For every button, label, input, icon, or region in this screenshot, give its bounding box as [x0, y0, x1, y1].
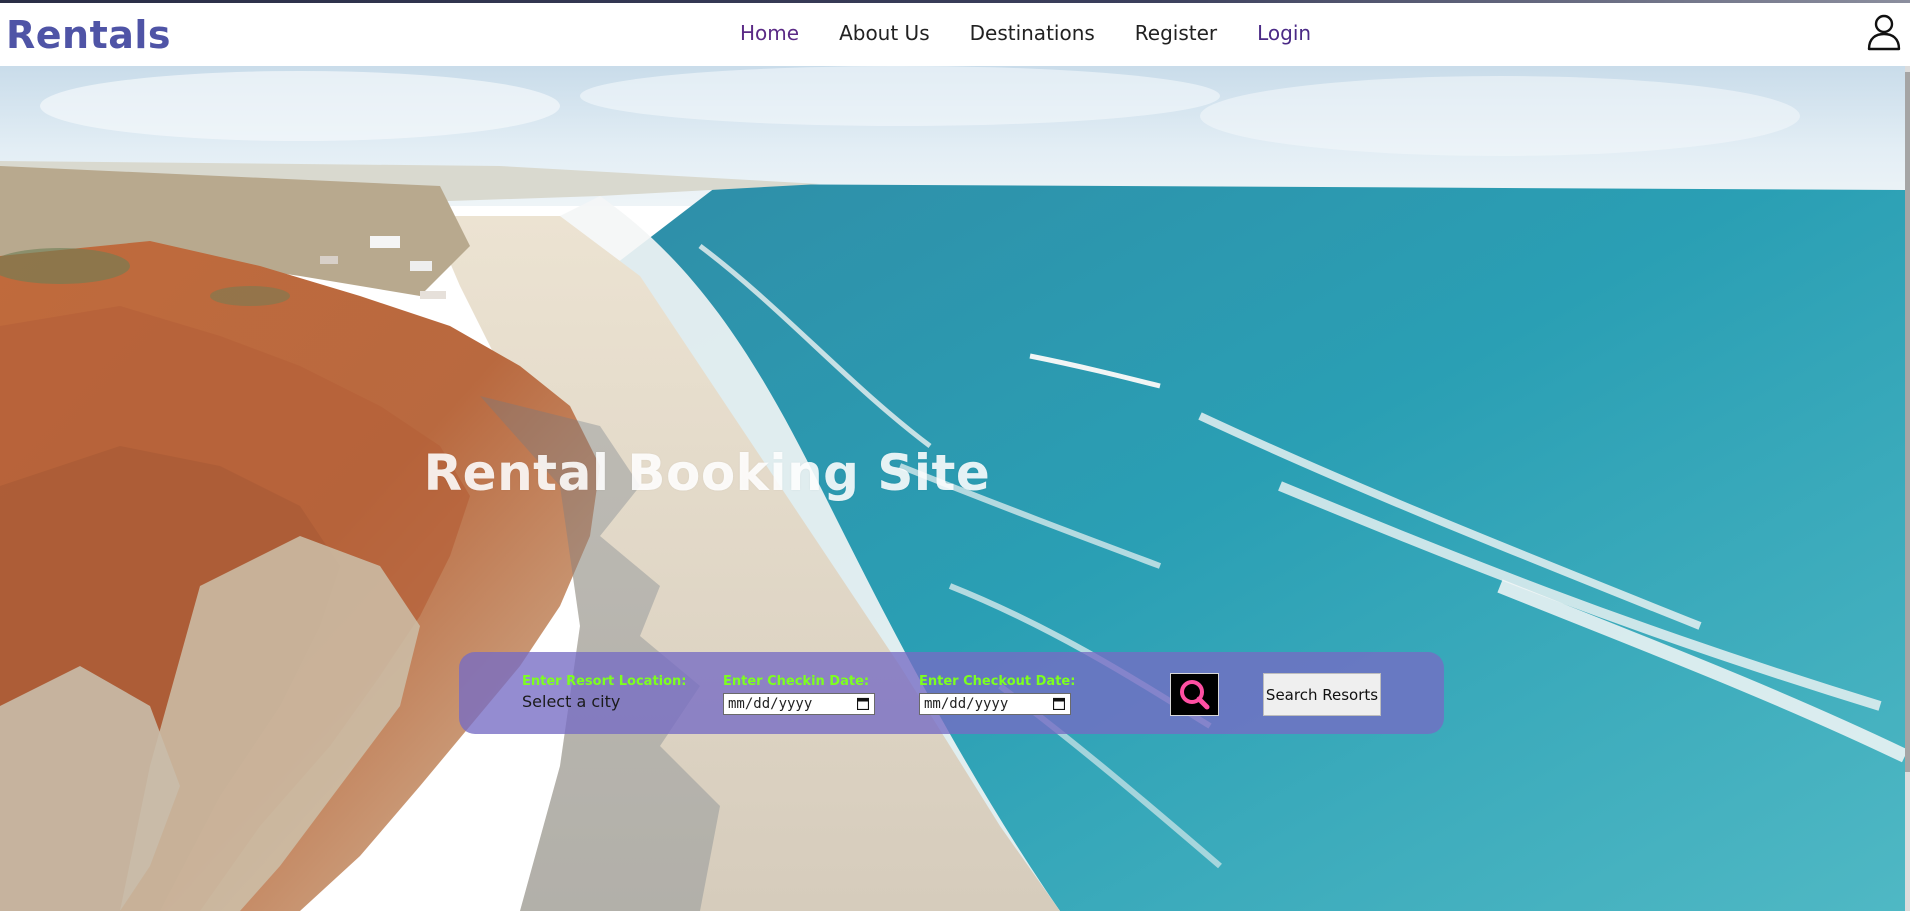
- search-icon-button[interactable]: [1170, 673, 1219, 716]
- nav-home[interactable]: Home: [740, 21, 799, 45]
- location-label: Enter Resort Location:: [522, 674, 687, 689]
- nav-login[interactable]: Login: [1257, 21, 1311, 45]
- scrollbar-thumb[interactable]: [1905, 72, 1910, 772]
- checkin-date-placeholder: mm/dd/yyyy: [728, 696, 813, 712]
- checkin-date-input[interactable]: mm/dd/yyyy: [723, 693, 875, 715]
- navbar: Rentals Home About Us Destinations Regis…: [0, 3, 1910, 66]
- hero-title: Rental Booking Site: [423, 444, 991, 502]
- nav-about-us[interactable]: About Us: [839, 21, 930, 45]
- brand-logo[interactable]: Rentals: [6, 13, 171, 57]
- nav-register[interactable]: Register: [1135, 21, 1217, 45]
- page: Rentals Home About Us Destinations Regis…: [0, 0, 1910, 911]
- checkout-date-placeholder: mm/dd/yyyy: [924, 696, 1009, 712]
- city-select[interactable]: Select a city: [522, 692, 620, 711]
- calendar-icon[interactable]: [857, 697, 869, 710]
- checkin-label: Enter Checkin Date:: [723, 674, 870, 689]
- nav-destinations[interactable]: Destinations: [970, 21, 1095, 45]
- calendar-icon[interactable]: [1053, 697, 1065, 710]
- checkout-date-input[interactable]: mm/dd/yyyy: [919, 693, 1071, 715]
- search-icon: [1180, 680, 1210, 710]
- search-resorts-button[interactable]: Search Resorts: [1263, 673, 1381, 716]
- nav-links: Home About Us Destinations Register Logi…: [740, 21, 1311, 45]
- hero-section: Rental Booking Site: [0, 66, 1905, 911]
- user-icon[interactable]: [1866, 13, 1902, 51]
- checkout-label: Enter Checkout Date:: [919, 674, 1076, 689]
